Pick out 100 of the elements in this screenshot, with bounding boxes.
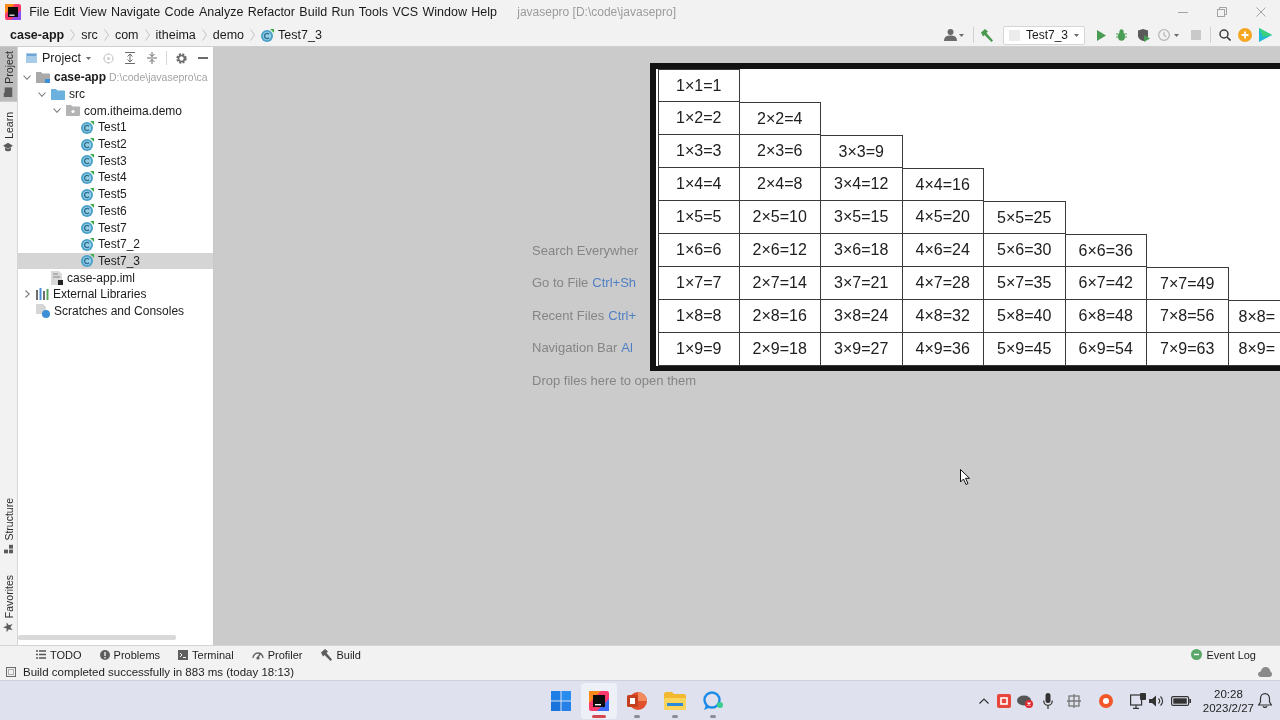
breadcrumb-item[interactable]: demo [212, 28, 245, 42]
taskbar-button[interactable] [581, 682, 617, 719]
triangle-icon[interactable] [1259, 28, 1272, 42]
caret-icon[interactable] [959, 33, 964, 37]
menu-item[interactable]: Help [469, 0, 500, 24]
plus-circle-icon[interactable] [1238, 28, 1252, 42]
settings-icon[interactable] [175, 52, 187, 64]
tree-item[interactable]: Test3 [18, 152, 213, 170]
menu-item[interactable]: VCS [390, 0, 421, 24]
app-logo-icon[interactable] [5, 4, 21, 20]
input-method-icon[interactable] [1066, 693, 1081, 708]
menu-item[interactable]: Run [329, 0, 357, 24]
tree-item[interactable]: Test7_2 [18, 235, 213, 253]
notification-bell-icon[interactable] [1258, 693, 1272, 708]
user-icon[interactable] [944, 29, 957, 41]
microphone-icon[interactable] [1042, 692, 1053, 709]
expand-all-icon[interactable] [124, 52, 135, 64]
tree-item[interactable]: Test5 [18, 185, 213, 203]
search-icon[interactable] [1219, 29, 1231, 41]
shortcut-text: Ctrl+ [608, 307, 637, 323]
monitor-icon[interactable] [1129, 692, 1146, 709]
tool-window-tab[interactable]: Learn [0, 107, 17, 157]
menu-item[interactable]: Window [420, 0, 470, 24]
collapse-all-icon[interactable] [146, 52, 157, 64]
tree-item[interactable]: Test7_3 [18, 252, 213, 270]
shield-icon[interactable] [1138, 28, 1150, 42]
ide-app-icon[interactable] [589, 690, 609, 711]
caret-icon[interactable] [85, 56, 91, 60]
cloud-error-icon[interactable] [1016, 693, 1033, 708]
breadcrumb-item[interactable]: com [114, 28, 139, 42]
menu-item[interactable]: Navigate [108, 0, 163, 24]
scratch-file-icon [36, 303, 50, 318]
shortcut-text: Ctrl+Sh [592, 275, 637, 291]
tree-item[interactable]: case-app D:\code\javasepro\ca [18, 69, 213, 86]
table-cell: 7×9=63 [1147, 333, 1229, 366]
menu-item[interactable]: View [77, 0, 109, 24]
tool-window-tab[interactable]: Project [0, 47, 17, 102]
restore-icon[interactable] [1216, 7, 1227, 17]
table-cell: 3×7=21 [821, 267, 903, 300]
minimize-icon[interactable] [197, 57, 208, 59]
tree-item[interactable]: case-app.iml [18, 269, 213, 286]
horizontal-scrollbar[interactable] [18, 635, 176, 640]
hammer-icon[interactable] [980, 28, 993, 42]
breadcrumb-item[interactable]: itheima [155, 28, 196, 42]
chevron-up-icon[interactable] [978, 697, 989, 704]
battery-icon[interactable] [1170, 695, 1191, 706]
tree-item[interactable]: com.itheima.demo [18, 102, 213, 120]
presentation-app-icon[interactable] [627, 690, 647, 711]
speaker-icon[interactable] [1148, 694, 1164, 707]
menu-item[interactable]: File [27, 0, 52, 24]
chat-bubble-icon[interactable] [703, 690, 723, 711]
tree-item[interactable]: Test7 [18, 219, 213, 236]
tool-window-button[interactable]: TODO [34, 646, 84, 663]
play-icon[interactable] [1097, 29, 1106, 41]
tree-item[interactable]: Test1 [18, 119, 213, 136]
table-cell: 1×9=9 [658, 333, 740, 366]
menu-item[interactable]: Analyze [196, 0, 246, 24]
chevron-icon [250, 29, 256, 41]
chevron-icon [144, 29, 150, 41]
square-frame-icon[interactable] [6, 666, 16, 677]
breadcrumb-item[interactable]: src [81, 28, 98, 42]
blocks-icon [4, 544, 13, 554]
tray-app-icon[interactable] [1098, 693, 1113, 708]
minimize-icon[interactable] [1177, 11, 1188, 13]
tool-window-button[interactable]: Profiler [249, 646, 305, 663]
tree-item[interactable]: Test2 [18, 135, 213, 153]
tree-item[interactable]: External Libraries [18, 285, 213, 303]
tool-window-button[interactable]: Build [318, 646, 363, 663]
view-dropdown[interactable]: Project [24, 51, 93, 65]
event-log-button[interactable]: Event Log [1189, 646, 1258, 663]
menu-item[interactable]: Edit [51, 0, 78, 24]
folder-icon[interactable] [664, 691, 686, 710]
run-config-dropdown[interactable]: Test7_3 [1003, 25, 1085, 45]
tool-window-tab[interactable]: Favorites [0, 570, 17, 637]
start-icon[interactable] [551, 690, 571, 711]
bug-icon[interactable] [1116, 29, 1127, 41]
menu-item[interactable]: Tools [356, 0, 391, 24]
caret-icon[interactable] [1174, 33, 1179, 37]
clock-date: 2023/2/27 [1202, 700, 1254, 715]
tool-window-tab[interactable]: Structure [0, 494, 17, 559]
menu-item[interactable]: Code [162, 0, 197, 24]
tray-app-icon[interactable] [996, 693, 1011, 708]
tree-item[interactable]: Test6 [18, 202, 213, 220]
tool-window-button[interactable]: Problems [97, 646, 163, 663]
cloud-icon[interactable] [1258, 666, 1272, 677]
tool-window-button[interactable]: Terminal [176, 646, 236, 663]
close-icon[interactable] [1255, 7, 1266, 17]
chevron-down-icon[interactable] [23, 74, 31, 80]
chevron-down-icon[interactable] [53, 108, 61, 114]
caret-icon[interactable] [1074, 33, 1080, 37]
graduation-cap-icon [3, 142, 14, 152]
breadcrumb-item[interactable]: Test7_3 [261, 28, 322, 42]
tree-item[interactable]: src [18, 85, 213, 103]
chevron-down-icon[interactable] [38, 91, 46, 97]
tree-item[interactable]: Scratches and Consoles [18, 302, 213, 320]
menu-item[interactable]: Build [297, 0, 330, 24]
breadcrumb-item[interactable]: case-app [10, 28, 65, 42]
tree-item[interactable]: Test4 [18, 169, 213, 186]
menu-item[interactable]: Refactor [245, 0, 298, 24]
chevron-right-icon[interactable] [24, 290, 30, 299]
